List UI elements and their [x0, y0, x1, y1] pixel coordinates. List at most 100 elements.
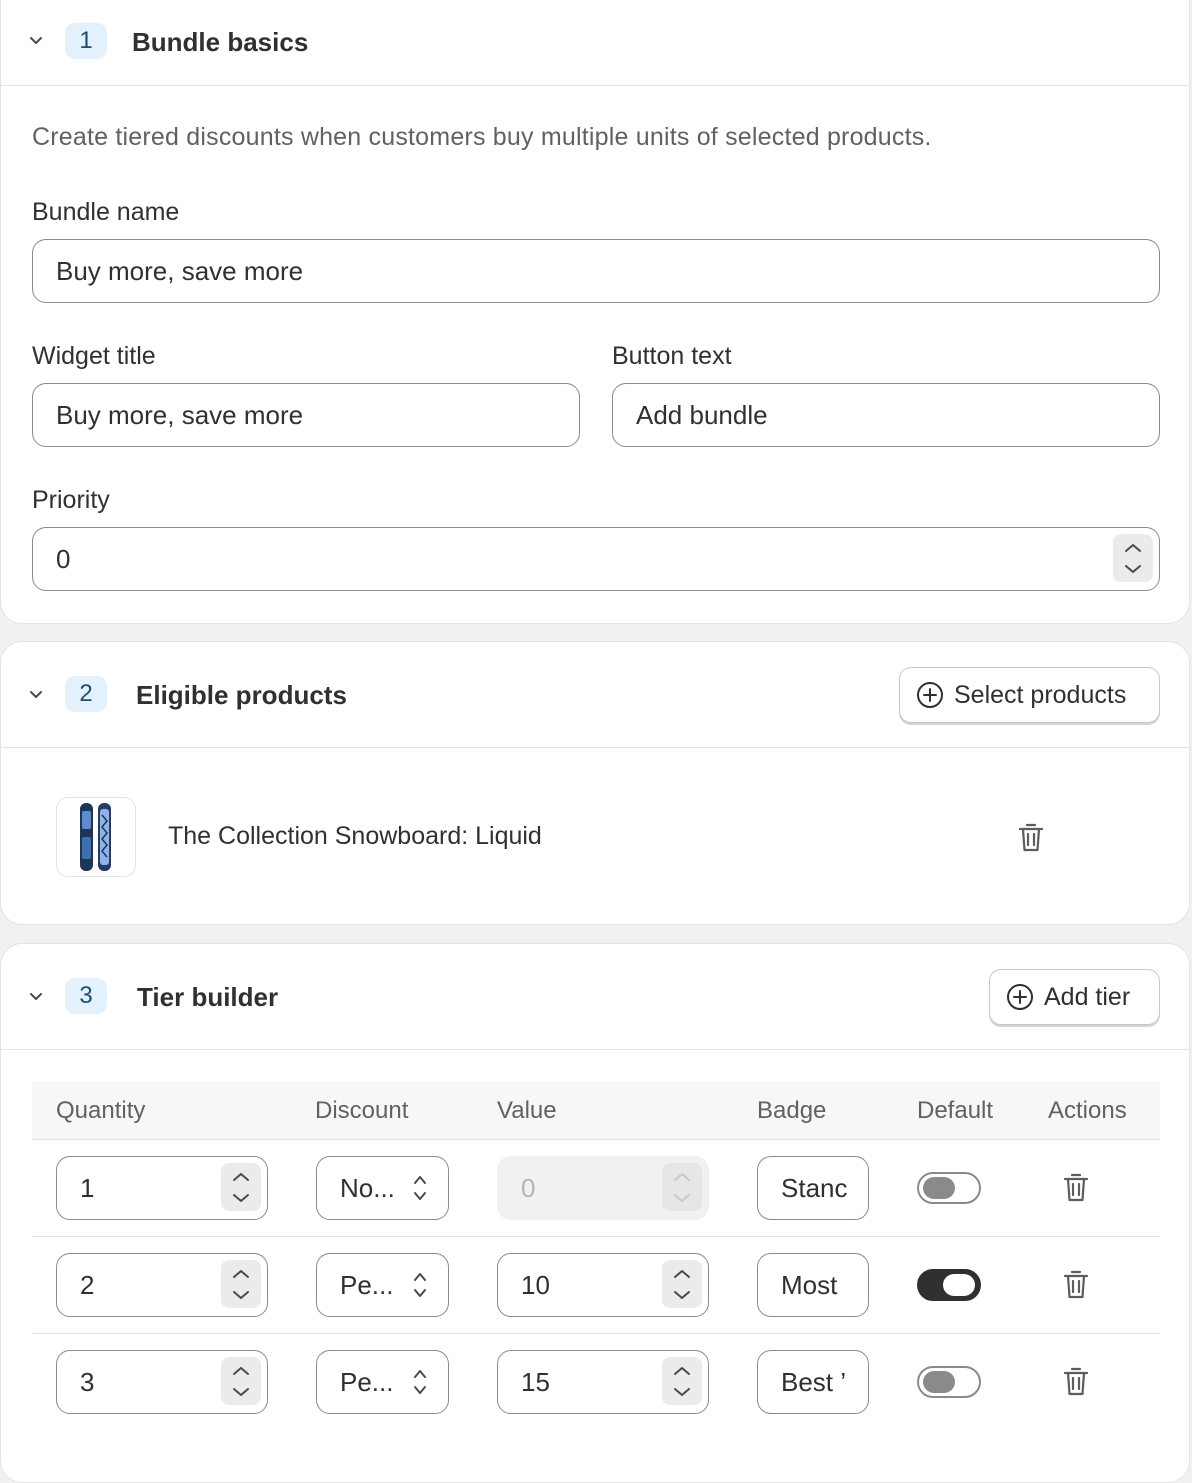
section-title: Bundle basics	[132, 27, 309, 57]
chevron-up-icon	[674, 1172, 690, 1181]
chevron-down-icon[interactable]	[232, 1387, 250, 1397]
quantity-input[interactable]: 3	[56, 1350, 268, 1414]
row-divider	[32, 1236, 1160, 1237]
chevron-up-icon[interactable]	[232, 1269, 250, 1279]
priority-stepper[interactable]	[1113, 534, 1153, 582]
chevron-down-icon[interactable]	[1124, 564, 1142, 574]
badge-input[interactable]: Most	[757, 1253, 869, 1317]
badge-input[interactable]: Best ’	[757, 1350, 869, 1414]
quantity-value: 1	[80, 1172, 95, 1203]
priority-label: Priority	[32, 486, 110, 514]
widget-title-input[interactable]: Buy more, save more	[32, 383, 580, 447]
chevron-up-icon[interactable]	[673, 1366, 691, 1376]
discount-value: Pe...	[340, 1366, 394, 1397]
quantity-value: 3	[80, 1366, 95, 1397]
button-text-value: Add bundle	[636, 399, 768, 430]
chevron-down-icon[interactable]	[29, 34, 43, 48]
section-title: Tier builder	[137, 982, 279, 1012]
value-stepper[interactable]	[662, 1357, 702, 1405]
toggle-knob	[943, 1274, 975, 1296]
quantity-value: 2	[80, 1269, 95, 1300]
step-number-badge: 1	[65, 23, 107, 59]
discount-select[interactable]: Pe...	[316, 1253, 449, 1317]
plus-circle-icon	[1007, 984, 1033, 1010]
tier-builder-header[interactable]: 3 Tier builder Add tier	[1, 944, 1189, 1050]
discount-select[interactable]: Pe...	[316, 1350, 449, 1414]
chevron-down-icon[interactable]	[232, 1193, 250, 1203]
default-toggle[interactable]	[917, 1269, 981, 1301]
trash-icon[interactable]	[1017, 821, 1045, 853]
chevron-up-icon[interactable]	[232, 1172, 250, 1182]
chevron-down-icon[interactable]	[673, 1290, 691, 1300]
bundle-name-value: Buy more, save more	[56, 255, 304, 286]
row-divider	[32, 1333, 1160, 1334]
toggle-knob	[923, 1371, 955, 1393]
chevron-down-icon[interactable]	[29, 990, 43, 1004]
bundle-name-input[interactable]: Buy more, save more	[32, 239, 1160, 303]
bundle-basics-card: 1 Bundle basics Create tiered discounts …	[0, 0, 1190, 624]
value-input[interactable]: 15	[497, 1350, 709, 1414]
product-thumbnail	[56, 797, 136, 877]
button-text-label: Button text	[612, 342, 732, 370]
widget-title-label: Widget title	[32, 342, 156, 370]
chevron-down-icon[interactable]	[673, 1387, 691, 1397]
column-header-default: Default	[917, 1097, 994, 1124]
chevron-up-icon[interactable]	[1124, 543, 1142, 553]
button-text-input[interactable]: Add bundle	[612, 383, 1160, 447]
chevron-down-icon	[674, 1193, 690, 1202]
eligible-products-card: 2 Eligible products Select products The …	[0, 641, 1190, 925]
value-input: 0	[497, 1156, 709, 1220]
tier-builder-card: 3 Tier builder Add tier Quantity Discoun…	[0, 943, 1190, 1483]
trash-icon[interactable]	[1062, 1365, 1090, 1397]
quantity-stepper[interactable]	[221, 1163, 261, 1211]
badge-input[interactable]: Stanc	[757, 1156, 869, 1220]
quantity-input[interactable]: 1	[56, 1156, 268, 1220]
section-title: Eligible products	[136, 680, 347, 710]
chevron-down-icon[interactable]	[232, 1290, 250, 1300]
product-name: The Collection Snowboard: Liquid	[168, 822, 542, 850]
bundle-basics-header[interactable]: 1 Bundle basics	[1, 0, 1189, 86]
quantity-stepper[interactable]	[221, 1357, 261, 1405]
widget-title-value: Buy more, save more	[56, 399, 304, 430]
column-header-quantity: Quantity	[56, 1097, 146, 1124]
discount-select[interactable]: No...	[316, 1156, 449, 1220]
badge-value: Best ’	[781, 1366, 847, 1397]
column-header-discount: Discount	[315, 1097, 409, 1124]
priority-input[interactable]: 0	[32, 527, 1160, 591]
value-value: 15	[521, 1366, 550, 1397]
section-description: Create tiered discounts when customers b…	[32, 123, 932, 151]
select-arrows-icon	[414, 1370, 426, 1394]
chevron-down-icon[interactable]	[29, 688, 43, 702]
select-products-button[interactable]: Select products	[899, 667, 1160, 723]
default-toggle[interactable]	[917, 1172, 981, 1204]
bundle-name-label: Bundle name	[32, 198, 180, 226]
add-tier-label: Add tier	[1044, 982, 1131, 1011]
trash-icon[interactable]	[1062, 1268, 1090, 1300]
select-products-label: Select products	[954, 680, 1127, 709]
value-value: 10	[521, 1269, 550, 1300]
discount-value: No...	[340, 1172, 395, 1203]
step-number-badge: 2	[65, 676, 107, 712]
trash-icon[interactable]	[1062, 1171, 1090, 1203]
value-stepper[interactable]	[662, 1260, 702, 1308]
quantity-stepper[interactable]	[221, 1260, 261, 1308]
value-value: 0	[521, 1172, 536, 1203]
tier-table-header: Quantity Discount Value Badge Default Ac…	[32, 1082, 1160, 1140]
chevron-up-icon[interactable]	[232, 1366, 250, 1376]
default-toggle[interactable]	[917, 1366, 981, 1398]
value-input[interactable]: 10	[497, 1253, 709, 1317]
step-number-badge: 3	[65, 978, 107, 1014]
select-arrows-icon	[414, 1176, 426, 1200]
eligible-products-header[interactable]: 2 Eligible products Select products	[1, 642, 1189, 748]
chevron-up-icon[interactable]	[673, 1269, 691, 1279]
snowboard-image	[80, 803, 111, 871]
column-header-value: Value	[497, 1097, 557, 1124]
column-header-actions: Actions	[1048, 1097, 1127, 1124]
column-header-badge: Badge	[757, 1097, 827, 1124]
discount-value: Pe...	[340, 1269, 394, 1300]
quantity-input[interactable]: 2	[56, 1253, 268, 1317]
add-tier-button[interactable]: Add tier	[989, 969, 1160, 1025]
plus-circle-icon	[917, 682, 943, 708]
badge-value: Stanc	[781, 1172, 848, 1203]
toggle-knob	[923, 1177, 955, 1199]
